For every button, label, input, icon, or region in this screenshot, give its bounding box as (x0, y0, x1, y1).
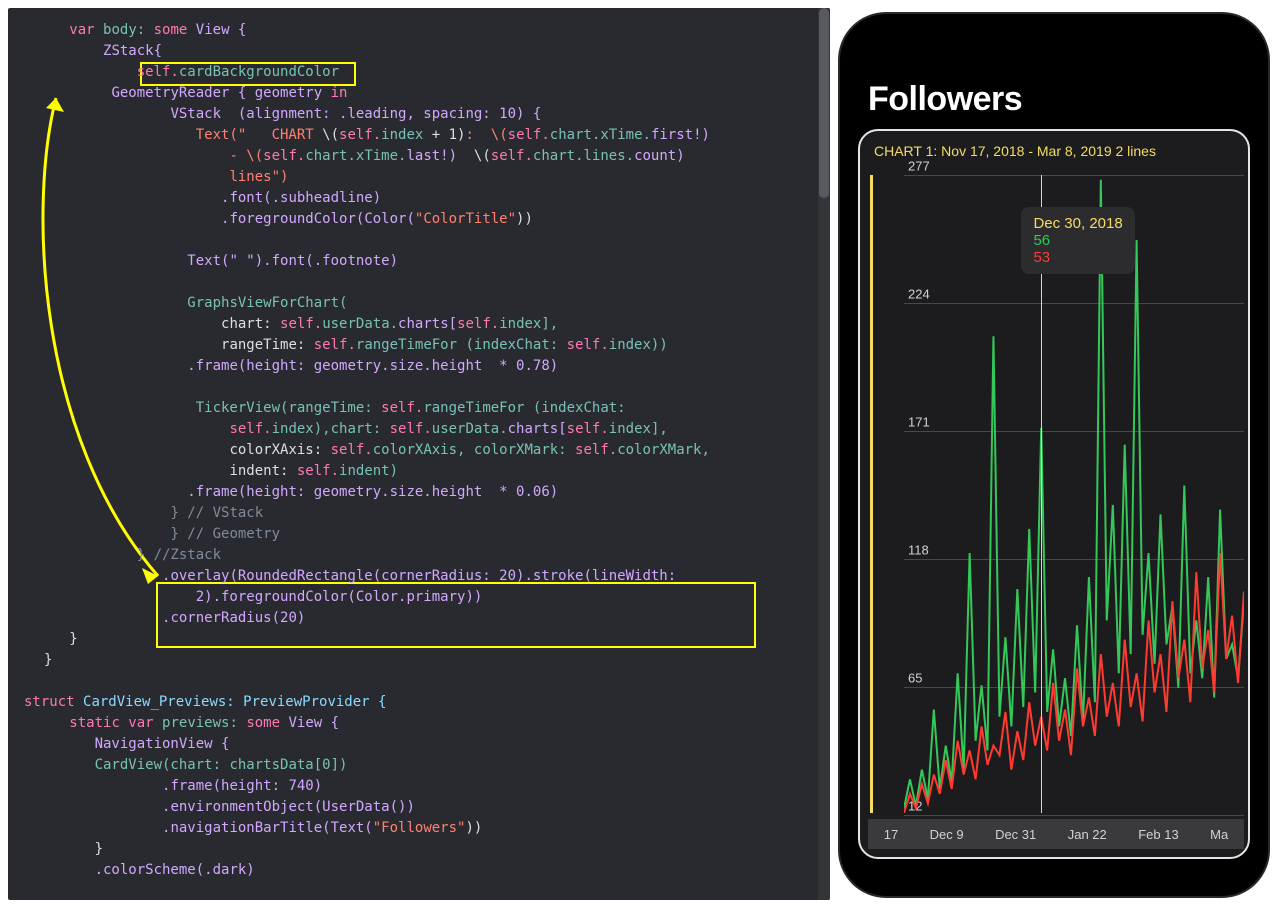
scrollbar[interactable] (818, 8, 830, 900)
phone-screen: Followers CHART 1: Nov 17, 2018 - Mar 8,… (850, 24, 1258, 886)
code-editor[interactable]: var body: some View { ZStack{ self.cardB… (8, 8, 830, 900)
chart-tooltip: Dec 30, 2018 56 53 (1021, 207, 1134, 274)
scroll-thumb[interactable] (819, 8, 829, 198)
chart-card[interactable]: CHART 1: Nov 17, 2018 - Mar 8, 2019 2 li… (858, 129, 1250, 859)
x-axis: 17Dec 9Dec 31Jan 22Feb 13Ma (868, 819, 1244, 849)
chart-area[interactable]: 2772241711186512Dec 30, 2018 56 53 (870, 175, 1244, 813)
phone-preview: Followers CHART 1: Nov 17, 2018 - Mar 8,… (838, 12, 1270, 898)
